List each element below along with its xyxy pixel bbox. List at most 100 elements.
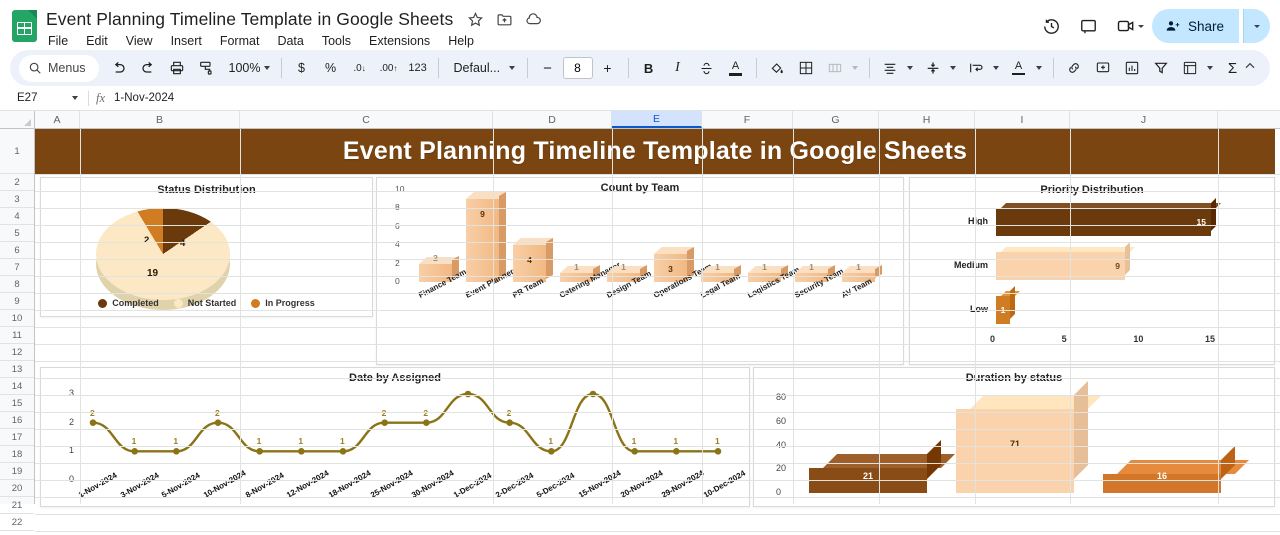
merge-caret-icon[interactable] bbox=[851, 66, 858, 70]
menu-insert[interactable]: Insert bbox=[169, 33, 204, 49]
strikethrough-button[interactable] bbox=[693, 54, 721, 82]
row-header-6[interactable]: 6 bbox=[0, 242, 34, 259]
chart-count-by-team[interactable]: Count by Team 0246810 2Finance Team9Even… bbox=[376, 177, 904, 365]
data-point[interactable] bbox=[256, 448, 263, 455]
row-header-14[interactable]: 14 bbox=[0, 378, 34, 395]
data-point[interactable] bbox=[464, 390, 472, 398]
menu-extensions[interactable]: Extensions bbox=[367, 33, 432, 49]
menus-search-button[interactable]: Menus bbox=[19, 54, 99, 82]
row-header-1[interactable]: 1 bbox=[0, 129, 34, 174]
menu-view[interactable]: View bbox=[124, 33, 155, 49]
column-header-b[interactable]: B bbox=[80, 111, 240, 128]
decrease-decimal-button[interactable]: .0 ↓ bbox=[346, 54, 374, 82]
row-header-4[interactable]: 4 bbox=[0, 208, 34, 225]
row-header-22[interactable]: 22 bbox=[0, 514, 34, 531]
column-header-e[interactable]: E bbox=[612, 111, 702, 128]
paint-format-button[interactable] bbox=[192, 54, 220, 82]
data-point[interactable] bbox=[548, 448, 555, 455]
functions-menu-button[interactable] bbox=[1176, 54, 1204, 82]
increase-font-size-button[interactable]: + bbox=[594, 54, 622, 82]
menu-tools[interactable]: Tools bbox=[320, 33, 353, 49]
more-formats-button[interactable]: 123 bbox=[404, 54, 432, 82]
insert-chart-button[interactable] bbox=[1118, 54, 1146, 82]
data-point[interactable] bbox=[214, 419, 222, 426]
row-header-17[interactable]: 17 bbox=[0, 429, 34, 446]
undo-button[interactable] bbox=[105, 54, 133, 82]
row-header-10[interactable]: 10 bbox=[0, 310, 34, 327]
italic-button[interactable]: I bbox=[664, 54, 692, 82]
row-header-16[interactable]: 16 bbox=[0, 412, 34, 429]
comments-button[interactable] bbox=[1072, 10, 1105, 43]
vertical-align-button[interactable] bbox=[919, 54, 947, 82]
column-header-a[interactable]: A bbox=[35, 111, 80, 128]
chart-priority-distribution[interactable]: Priority Distribution High15Medium9Low10… bbox=[909, 177, 1275, 365]
chart-status-distribution[interactable]: Status Distribution 4 19 2 Completed Not… bbox=[40, 177, 373, 317]
data-point[interactable] bbox=[589, 390, 597, 398]
text-rotation-button[interactable]: A bbox=[1005, 54, 1033, 82]
data-point[interactable] bbox=[131, 448, 138, 455]
formula-input[interactable]: 1-Nov-2024 bbox=[114, 92, 174, 104]
font-family-selector[interactable]: Defaul... bbox=[445, 54, 521, 82]
valign-caret-icon[interactable] bbox=[949, 66, 956, 70]
font-size-input[interactable]: 8 bbox=[562, 57, 593, 79]
row-header-19[interactable]: 19 bbox=[0, 463, 34, 480]
row-header-15[interactable]: 15 bbox=[0, 395, 34, 412]
row-header-23[interactable]: 23 bbox=[0, 531, 34, 535]
share-caret-icon[interactable] bbox=[1243, 9, 1270, 43]
data-point[interactable] bbox=[714, 448, 722, 455]
menu-format[interactable]: Format bbox=[218, 33, 262, 49]
menu-data[interactable]: Data bbox=[275, 33, 305, 49]
bar-high[interactable]: 15 bbox=[996, 198, 1221, 236]
fill-color-button[interactable] bbox=[763, 54, 791, 82]
data-point[interactable] bbox=[506, 419, 513, 426]
menu-edit[interactable]: Edit bbox=[84, 33, 110, 49]
version-history-button[interactable] bbox=[1035, 10, 1068, 43]
column-header-c[interactable]: C bbox=[240, 111, 493, 128]
row-header-7[interactable]: 7 bbox=[0, 259, 34, 276]
halign-caret-icon[interactable] bbox=[906, 66, 913, 70]
functions-caret-icon[interactable] bbox=[1206, 66, 1213, 70]
share-button[interactable]: Share bbox=[1151, 9, 1239, 43]
row-header-20[interactable]: 20 bbox=[0, 480, 34, 497]
data-point[interactable] bbox=[423, 419, 430, 426]
sheet-cells[interactable]: Event Planning Timeline Template in Goog… bbox=[35, 129, 1280, 532]
meet-caret-icon[interactable] bbox=[1137, 24, 1144, 28]
select-all-corner[interactable] bbox=[0, 111, 35, 128]
column-header-g[interactable]: G bbox=[793, 111, 879, 128]
data-point[interactable] bbox=[173, 448, 180, 455]
bar-in-progress[interactable]: 16 bbox=[1103, 446, 1249, 493]
menu-help[interactable]: Help bbox=[446, 33, 476, 49]
name-box[interactable]: E27 bbox=[6, 92, 64, 104]
menu-file[interactable]: File bbox=[46, 33, 70, 49]
increase-decimal-button[interactable]: .00 ↑ bbox=[375, 54, 403, 82]
column-header-f[interactable]: F bbox=[702, 111, 793, 128]
data-point[interactable] bbox=[673, 448, 680, 455]
rotation-caret-icon[interactable] bbox=[1035, 66, 1042, 70]
row-header-21[interactable]: 21 bbox=[0, 497, 34, 514]
row-header-3[interactable]: 3 bbox=[0, 191, 34, 208]
row-header-9[interactable]: 9 bbox=[0, 293, 34, 310]
horizontal-align-button[interactable] bbox=[876, 54, 904, 82]
text-wrapping-button[interactable] bbox=[962, 54, 990, 82]
row-header-12[interactable]: 12 bbox=[0, 344, 34, 361]
move-to-folder-icon[interactable] bbox=[496, 11, 513, 28]
row-header-18[interactable]: 18 bbox=[0, 446, 34, 463]
chart-date-by-assigned[interactable]: Date by Assigned 0123211211122211111-Nov… bbox=[40, 367, 750, 507]
column-header-d[interactable]: D bbox=[493, 111, 612, 128]
data-point[interactable] bbox=[381, 419, 388, 426]
redo-button[interactable] bbox=[134, 54, 162, 82]
row-header-11[interactable]: 11 bbox=[0, 327, 34, 344]
meet-button[interactable] bbox=[1109, 10, 1148, 43]
collapse-toolbar-button[interactable] bbox=[1242, 58, 1258, 79]
text-color-button[interactable]: A bbox=[722, 54, 750, 82]
star-icon[interactable] bbox=[467, 11, 484, 28]
column-header-i[interactable]: I bbox=[975, 111, 1070, 128]
name-box-caret-icon[interactable] bbox=[64, 96, 86, 100]
page-title[interactable]: Event Planning Timeline Template in Goog… bbox=[46, 9, 453, 30]
data-point[interactable] bbox=[339, 448, 347, 455]
insert-link-button[interactable] bbox=[1060, 54, 1088, 82]
print-button[interactable] bbox=[163, 54, 191, 82]
bold-button[interactable]: B bbox=[635, 54, 663, 82]
merge-cells-button[interactable] bbox=[821, 54, 849, 82]
row-header-5[interactable]: 5 bbox=[0, 225, 34, 242]
